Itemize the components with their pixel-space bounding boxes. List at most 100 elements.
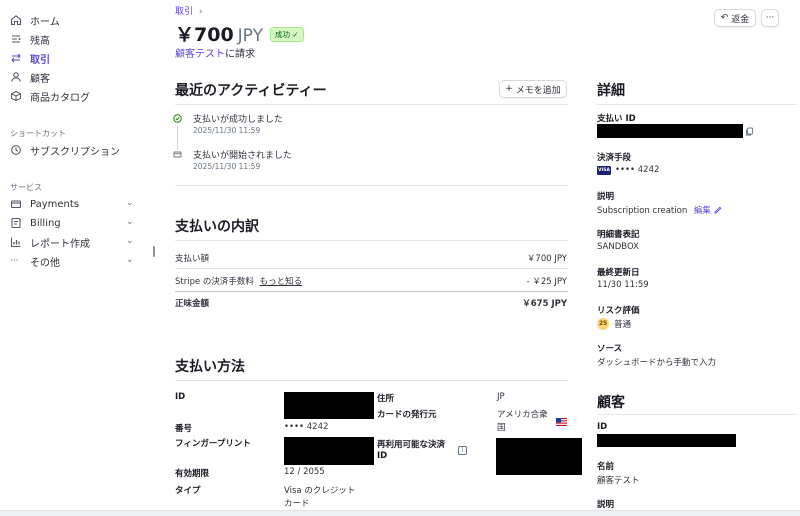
pm-number-value: •••• 4242: [284, 422, 329, 432]
net-amount-label: 正味金額: [175, 299, 210, 309]
divider: [175, 240, 568, 241]
description-text: Subscription creation: [597, 206, 688, 216]
customer-heading: 顧客: [597, 395, 625, 411]
pm-issuer-value-line1: アメリカ合衆: [497, 410, 548, 420]
horizontal-scrollbar[interactable]: [0, 510, 800, 516]
redacted-payment-id: [597, 124, 743, 138]
pm-issuer-value-line2: 国: [497, 423, 506, 433]
sidebar-item-more[interactable]: ··· その他: [10, 253, 60, 269]
activity-heading: 最近のアクティビティー: [175, 83, 327, 99]
subscription-icon: [11, 145, 21, 155]
sidebar-item-home[interactable]: ホーム: [10, 12, 60, 28]
redacted-reusable-id: [496, 438, 582, 475]
sidebar-item-label: その他: [30, 257, 60, 269]
last-updated-label: 最終更新日: [597, 268, 640, 278]
sidebar-item-billing[interactable]: Billing: [10, 215, 61, 231]
more-actions-button[interactable]: ···: [761, 9, 779, 27]
statement-descriptor-value: SANDBOX: [597, 242, 639, 252]
statement-descriptor-label: 明細書表記: [597, 230, 640, 240]
chevron-down-icon[interactable]: ⌄: [126, 198, 134, 208]
divider: [597, 414, 797, 415]
payments-icon: [10, 200, 22, 209]
payment-method-value: •••• 4242: [615, 165, 660, 175]
divider: [175, 380, 568, 381]
pm-id-label: ID: [175, 392, 186, 402]
pm-type-value-line2: カード: [284, 499, 310, 509]
pm-reusable-label-line2: ID: [377, 451, 388, 461]
payment-method-heading: 支払い方法: [175, 359, 245, 375]
risk-evaluation-label: リスク評価: [597, 306, 640, 316]
risk-evaluation-value: 普通: [614, 320, 632, 330]
activity-event-time: 2025/11/30 11:59: [193, 126, 261, 135]
activity-event-title: 支払いが成功しました: [193, 115, 284, 125]
pencil-icon: [714, 206, 722, 214]
sidebar-item-label: Payments: [30, 198, 79, 210]
breakdown-heading: 支払いの内訳: [175, 219, 259, 235]
divider: [597, 104, 797, 105]
plus-icon: +: [505, 84, 513, 94]
description-value: Subscription creation 編集: [597, 204, 722, 216]
breakdown-row-value: - ￥25 JPY: [526, 277, 567, 287]
home-icon: [10, 15, 22, 26]
chevron-down-icon[interactable]: ⌄: [126, 255, 134, 265]
breakdown-row-label: 支払い額: [175, 254, 210, 264]
sidebar-item-label: レポート作成: [30, 238, 90, 250]
sidebar-item-payments[interactable]: Payments: [10, 196, 79, 212]
sidebar-resize-handle[interactable]: [153, 246, 155, 257]
breadcrumb-link-transactions[interactable]: 取引: [175, 7, 193, 17]
amount: ￥700: [175, 24, 234, 46]
learn-more-link[interactable]: もっと知る: [260, 277, 303, 287]
check-icon: ✓: [292, 30, 299, 39]
breakdown-row-value: ￥700 JPY: [526, 254, 567, 264]
info-icon[interactable]: i: [458, 446, 467, 455]
pm-number-label: 番号: [175, 424, 193, 434]
sidebar-item-reports[interactable]: レポート作成: [10, 234, 90, 250]
sidebar-item-customers[interactable]: 顧客: [10, 69, 50, 85]
divider: [175, 291, 568, 292]
sidebar-item-label: 残高: [30, 35, 50, 47]
refund-button[interactable]: ↶ 返金: [714, 9, 756, 27]
transactions-icon: [11, 53, 21, 63]
redacted-customer-id: [597, 434, 736, 447]
details-heading: 詳細: [597, 83, 625, 99]
source-value: ダッシュボードから手動で入力: [597, 358, 717, 368]
activity-event-title: 支払いが開始されました: [193, 151, 293, 161]
sidebar-item-transactions[interactable]: 取引: [10, 50, 50, 66]
risk-score-badge: 25: [597, 318, 609, 330]
more-icon: ···: [765, 13, 775, 23]
breadcrumb: 取引 ›: [175, 4, 203, 17]
sidebar-item-balance[interactable]: 残高: [10, 31, 50, 47]
breadcrumb-chevron-icon: ›: [198, 7, 203, 17]
customer-name-value: 顧客テスト: [597, 476, 640, 486]
card-icon: [173, 151, 182, 158]
payment-method-label: 決済手段: [597, 153, 632, 163]
breakdown-row-label: Stripe の決済手数料 もっと知る: [175, 275, 302, 287]
sidebar-item-product-catalog[interactable]: 商品カタログ: [10, 88, 90, 104]
page-title: ￥700 JPY 成功 ✓: [175, 20, 304, 47]
charge-suffix: に請求: [225, 49, 255, 60]
chevron-down-icon[interactable]: ⌄: [126, 217, 134, 227]
customer-description-label: 説明: [597, 500, 615, 510]
pm-type-label: タイプ: [175, 486, 201, 496]
sidebar-item-label: ホーム: [30, 16, 60, 28]
charge-description: 顧客テストに請求: [175, 45, 255, 60]
chevron-down-icon[interactable]: ⌄: [126, 236, 134, 246]
add-memo-label: メモを追加: [515, 85, 561, 96]
reports-icon: [10, 237, 21, 248]
sidebar-item-subscriptions[interactable]: サブスクリプション: [10, 142, 120, 158]
more-icon: ···: [10, 256, 19, 266]
balance-icon: [12, 35, 21, 43]
customer-link[interactable]: 顧客テスト: [175, 49, 225, 60]
pm-issuer-label: カードの発行元: [377, 410, 437, 420]
edit-description-link[interactable]: 編集: [694, 206, 722, 216]
edit-link-label: 編集: [693, 206, 711, 216]
pm-reusable-label-line1: 再利用可能な決済: [377, 440, 446, 450]
shortcuts-heading: ショートカット: [10, 129, 66, 138]
add-memo-button[interactable]: + メモを追加: [499, 80, 567, 98]
status-badge: 成功 ✓: [269, 27, 304, 42]
divider: [175, 268, 568, 269]
copy-icon[interactable]: [745, 127, 754, 136]
undo-icon: ↶: [720, 13, 729, 23]
customer-icon: [11, 72, 21, 82]
customer-id-label: ID: [597, 422, 608, 432]
